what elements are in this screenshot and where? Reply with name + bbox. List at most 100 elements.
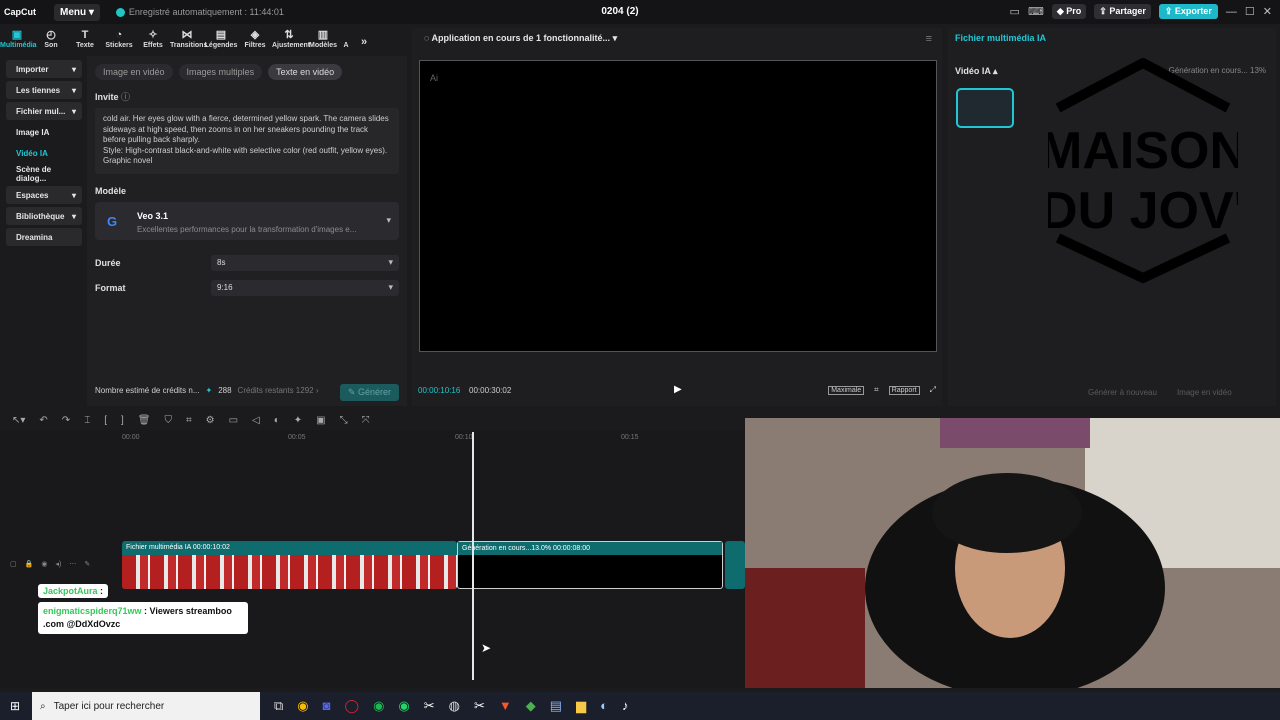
tab-filters[interactable]: ◈ Filtres [238, 28, 272, 52]
steam-icon[interactable]: ◐ [600, 698, 608, 714]
resize-icon[interactable]: ⤡ [340, 415, 348, 426]
crop-icon[interactable]: ⌗ [186, 415, 192, 426]
snapshot-icon[interactable]: ⌗ [874, 385, 879, 395]
select-tool-icon[interactable]: ↖▾ [12, 415, 25, 426]
export-button[interactable]: ⇪ Exporter [1158, 4, 1218, 19]
mask-icon[interactable]: ◐ [274, 415, 280, 426]
nav-yours[interactable]: Les tiennes ▾ [6, 81, 82, 99]
nav-spaces[interactable]: Espaces ▾ [6, 186, 82, 204]
whatsapp-icon[interactable]: ◉ [398, 698, 409, 714]
menu-button[interactable]: Menu ▾ [54, 3, 100, 21]
tab-ai[interactable]: A [340, 29, 352, 52]
mode-multi-image[interactable]: Images multiples [178, 64, 263, 80]
windows-start-icon[interactable]: ⊞ [10, 699, 20, 713]
quality-button[interactable]: Maximale [828, 385, 865, 395]
nav-ai-media[interactable]: Fichier mul... ▾ [6, 102, 82, 120]
clip-ai-media[interactable]: Fichier multimédia IA 00:00:10:02 [122, 541, 457, 589]
project-title[interactable]: 0204 (2) [560, 6, 680, 17]
clip-next[interactable] [725, 541, 745, 589]
play-button[interactable]: ▶ [674, 384, 682, 395]
generate-button[interactable]: ✎ Générer [339, 384, 399, 401]
opera-icon[interactable]: ◯ [345, 698, 360, 714]
maximize-icon[interactable]: ☐ [1245, 5, 1255, 18]
folder-icon[interactable]: ▆ [576, 698, 586, 714]
image-to-video-button[interactable]: Image en vidéo [1177, 388, 1232, 397]
prompt-textarea[interactable]: cold air. Her eyes glow with a fierce, d… [95, 108, 399, 174]
tab-multimedia[interactable]: ▣ Multimédia [0, 28, 37, 52]
ratio-button[interactable]: Rapport [888, 385, 920, 395]
tab-stickers[interactable]: ◔ Stickers [102, 29, 136, 52]
tab-templates[interactable]: ▥ Modèles [306, 28, 340, 52]
clip-label: Fichier multimédia IA 00:00:10:02 [126, 544, 230, 551]
track-thumb-icon[interactable]: ▢ [10, 560, 17, 568]
capcut-icon[interactable]: ✂ [424, 698, 435, 714]
tab-sound[interactable]: ◴ Son [34, 28, 68, 52]
task-view-icon[interactable]: ⧉ [274, 698, 283, 714]
nav-dialog-scene[interactable]: Scène de dialog... [6, 165, 82, 183]
tab-effects[interactable]: ✧ Effets [136, 28, 170, 52]
format-select[interactable]: 9:16 ▾ [211, 280, 399, 296]
nav-import[interactable]: Importer ▾ [6, 60, 82, 78]
obs-icon[interactable]: ◍ [449, 698, 460, 714]
split-left-icon[interactable]: [ [104, 415, 107, 426]
notepad-icon[interactable]: ▤ [550, 698, 562, 714]
nav-dreamina[interactable]: Dreamina [6, 228, 82, 246]
generating-thumbnail[interactable] [956, 88, 1014, 128]
mode-text-to-video[interactable]: Texte en vidéo [268, 64, 343, 80]
discord-icon[interactable]: ◙ [323, 698, 331, 714]
player-menu-icon[interactable]: ≡ [926, 33, 932, 45]
brave-icon[interactable]: ▼ [499, 698, 512, 714]
format-label: Format [95, 283, 126, 293]
lock-icon[interactable]: 🔒 [25, 560, 34, 568]
split-icon[interactable]: ⌶ [84, 415, 90, 426]
more-icon[interactable]: ⋯ [69, 560, 76, 568]
undo-icon[interactable]: ↶ [39, 415, 47, 426]
svg-text:MAISON: MAISON [1048, 122, 1238, 180]
share-button[interactable]: ⇪ Partager [1094, 4, 1151, 19]
edit-cover-icon[interactable]: ✎ [84, 560, 90, 568]
minimize-icon[interactable]: — [1226, 6, 1237, 18]
playhead[interactable] [472, 432, 474, 680]
fullscreen-icon[interactable]: ⤢ [930, 385, 936, 395]
speaker-icon[interactable]: ◂) [55, 560, 61, 568]
tab-subtitles[interactable]: ▤ Légendes [204, 28, 238, 52]
nav-ai-video[interactable]: Vidéo IA [6, 144, 82, 162]
clip-generating[interactable]: Génération en cours...13.0% 00:00:08:00 [457, 541, 723, 589]
eye-icon[interactable]: ◉ [41, 560, 47, 568]
tab-text[interactable]: T Texte [68, 29, 102, 52]
tiktok-icon[interactable]: ♪ [622, 698, 629, 714]
taskbar-search[interactable]: ⌕ Taper ici pour rechercher [32, 692, 260, 720]
ai-video-section[interactable]: Vidéo IA ▴ [955, 66, 998, 77]
close-icon[interactable]: ✕ [1263, 5, 1272, 18]
model-select[interactable]: G Veo 3.1 Excellentes performances pour … [95, 202, 399, 240]
duration-select[interactable]: 8s ▾ [211, 255, 399, 271]
capcut-alt-icon[interactable]: ✂ [474, 698, 485, 714]
shortcut-icon[interactable]: ⌨ [1028, 5, 1044, 18]
regenerate-button[interactable]: Générer à nouveau [1088, 388, 1157, 397]
redo-icon[interactable]: ↷ [62, 415, 70, 426]
magic-icon[interactable]: ✦ [294, 415, 302, 426]
timeline[interactable]: 00:00 00:05 00:10 00:15 ▢ 🔒 ◉ ◂) ⋯ ✎ Fic… [0, 430, 745, 688]
layout-icon[interactable]: ▭ [1010, 5, 1020, 18]
maps-icon[interactable]: ◆ [526, 698, 536, 714]
tab-adjust[interactable]: ⇅ Ajustement [272, 28, 310, 52]
tab-transitions[interactable]: ⋈ Transitions [170, 28, 207, 52]
freeze-icon[interactable]: ▭ [229, 415, 238, 426]
pro-button[interactable]: ◆ Pro [1051, 4, 1087, 19]
scale-icon[interactable]: ⤧ [362, 415, 370, 426]
mode-image-to-video[interactable]: Image en vidéo [95, 64, 173, 80]
nav-library[interactable]: Bibliothèque ▾ [6, 207, 82, 225]
more-tabs-icon[interactable]: » [352, 36, 376, 52]
split-right-icon[interactable]: ] [121, 415, 124, 426]
chrome-icon[interactable]: ◉ [297, 698, 308, 714]
frame-icon[interactable]: ▣ [316, 415, 325, 426]
shield-icon[interactable]: ⛉ [164, 415, 172, 426]
spotify-icon[interactable]: ◉ [373, 698, 384, 714]
speed-icon[interactable]: ⚙ [206, 415, 215, 426]
credits-remaining[interactable]: Crédits restants 1292 › [238, 386, 319, 395]
reverse-icon[interactable]: ◁ [252, 415, 260, 426]
player-status[interactable]: ◌ Application en cours de 1 fonctionnali… [424, 33, 617, 44]
preview-screen[interactable]: Ai [419, 60, 937, 352]
nav-ai-image[interactable]: Image IA [6, 123, 82, 141]
delete-icon[interactable]: 🗑 [138, 415, 151, 426]
